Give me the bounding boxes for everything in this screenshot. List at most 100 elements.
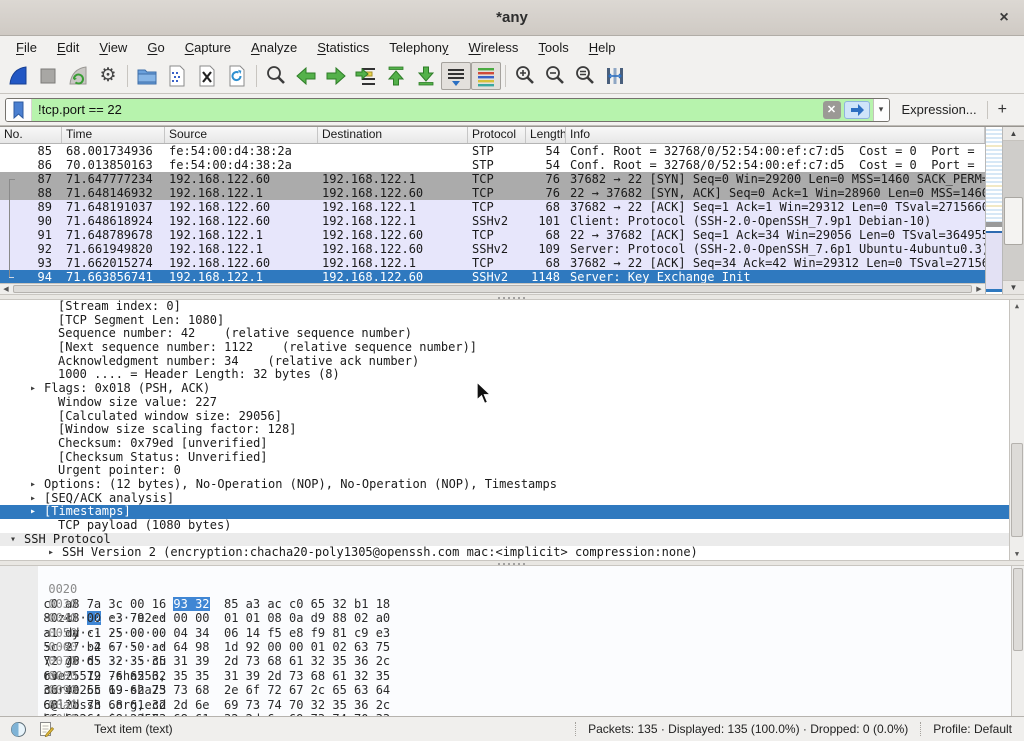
detail-line[interactable]: ▸ [Timestamps] — [0, 505, 1024, 519]
menu-item[interactable]: View — [89, 39, 137, 56]
detail-line[interactable]: [Calculated window size: 29056] — [0, 410, 1024, 424]
menu-item[interactable]: Statistics — [307, 39, 379, 56]
intelligent-scrollbar-minimap[interactable] — [985, 127, 1002, 294]
auto-scroll-button[interactable] — [441, 62, 471, 90]
packet-row[interactable]: 90 71.648618924 192.168.122.60 192.168.1… — [0, 214, 985, 228]
expand-arrow-icon[interactable]: ▸ — [48, 546, 62, 560]
detail-line[interactable]: ▸ Flags: 0x018 (PSH, ACK) — [0, 382, 1024, 396]
hex-bytes[interactable]: 36 40 6c 69 62 73 73 68 2e 6f 72 67 2c 6… — [43, 683, 438, 697]
detail-line[interactable]: [Next sequence number: 1122 (relative se… — [0, 341, 1024, 355]
packet-row[interactable]: 87 71.647777234 192.168.122.60 192.168.1… — [0, 172, 985, 186]
expand-arrow-icon[interactable]: ▸ — [30, 382, 44, 396]
packet-list-vscrollbar[interactable]: ▲ ▼ — [1002, 127, 1024, 294]
column-header-destination[interactable]: Destination — [318, 127, 468, 143]
details-scroll-up-icon[interactable]: ▲ — [1010, 300, 1024, 312]
packet-row[interactable]: 92 71.661949820 192.168.122.1 192.168.12… — [0, 242, 985, 256]
detail-line[interactable]: [Stream index: 0] — [0, 300, 1024, 314]
detail-line[interactable]: ▸ Options: (12 bytes), No-Operation (NOP… — [0, 478, 1024, 492]
detail-line[interactable]: ▾ SSH Protocol — [0, 533, 1024, 547]
capture-comment-icon[interactable] — [39, 721, 54, 737]
hscroll-left-arrow-icon[interactable]: ◀ — [0, 284, 12, 294]
find-packet-button[interactable] — [261, 62, 291, 90]
capture-options-button[interactable]: ⚙ — [93, 62, 123, 90]
expand-arrow-icon[interactable]: ▸ — [30, 492, 44, 506]
hscroll-thumb[interactable] — [13, 285, 972, 293]
menu-item[interactable]: Help — [579, 39, 626, 56]
resize-columns-button[interactable] — [600, 62, 630, 90]
details-vscrollbar[interactable]: ▲ ▼ — [1009, 300, 1024, 560]
hex-vscrollbar[interactable] — [1011, 566, 1024, 716]
menu-item[interactable]: Telephony — [379, 39, 458, 56]
detail-line[interactable]: Acknowledgment number: 34 (relative ack … — [0, 355, 1024, 369]
details-scroll-thumb[interactable] — [1011, 443, 1023, 537]
column-header-info[interactable]: Info — [566, 127, 985, 143]
detail-line[interactable]: ▸ [SEQ/ACK analysis] — [0, 492, 1024, 506]
packet-list-hscrollbar[interactable]: ◀ ▶ — [0, 283, 985, 294]
hscroll-right-arrow-icon[interactable]: ▶ — [973, 284, 985, 294]
packet-row[interactable]: 93 71.662015274 192.168.122.60 192.168.1… — [0, 256, 985, 270]
close-button[interactable]: × — [994, 8, 1014, 28]
filter-history-dropdown[interactable]: ▾ — [873, 99, 889, 121]
hex-row[interactable]: 0030 80 18 00 e3 79 ed 00 00 01 01 08 0a… — [0, 582, 1024, 596]
expand-arrow-icon[interactable]: ▸ — [30, 478, 44, 492]
detail-line[interactable]: TCP payload (1080 bytes) — [0, 519, 1024, 533]
menu-item[interactable]: Tools — [528, 39, 578, 56]
detail-line[interactable]: [Checksum Status: Unverified] — [0, 451, 1024, 465]
packet-row[interactable]: 89 71.648191037 192.168.122.60 192.168.1… — [0, 200, 985, 214]
menu-item[interactable]: Go — [137, 39, 174, 56]
start-capture-button[interactable] — [3, 62, 33, 90]
restart-capture-button[interactable] — [63, 62, 93, 90]
detail-line[interactable]: [TCP Segment Len: 1080] — [0, 314, 1024, 328]
go-forward-button[interactable] — [321, 62, 351, 90]
detail-line[interactable]: 1000 .... = Header Length: 32 bytes (8) — [0, 368, 1024, 382]
column-header-protocol[interactable]: Protocol — [468, 127, 526, 143]
packet-row[interactable]: 88 71.648146932 192.168.122.1 192.168.12… — [0, 186, 985, 200]
menu-item[interactable]: Capture — [175, 39, 241, 56]
menu-item[interactable]: Analyze — [241, 39, 307, 56]
stop-capture-button[interactable] — [33, 62, 63, 90]
hex-bytes[interactable]: c0 a8 7a 3c 00 16 93 32 85 a3 ac c0 65 3… — [43, 597, 438, 611]
hex-row[interactable]: 0020 c0 a8 7a 3c 00 16 93 32 85 a3 ac c0… — [0, 568, 1024, 582]
packet-row[interactable]: 94 71.663856741 192.168.122.1 192.168.12… — [0, 270, 985, 283]
hex-bytes[interactable]: 72 76 65 32 35 35 31 39 2d 73 68 61 32 3… — [43, 654, 438, 668]
packet-row[interactable]: 91 71.648789678 192.168.122.1 192.168.12… — [0, 228, 985, 242]
detail-line[interactable]: Checksum: 0x79ed [unverified] — [0, 437, 1024, 451]
detail-line[interactable]: Sequence number: 42 (relative sequence n… — [0, 327, 1024, 341]
go-first-packet-button[interactable] — [381, 62, 411, 90]
reload-file-button[interactable] — [222, 62, 252, 90]
vscroll-thumb[interactable] — [1004, 197, 1023, 246]
expand-arrow-icon[interactable]: ▸ — [30, 505, 44, 519]
column-header-source[interactable]: Source — [165, 127, 318, 143]
open-file-button[interactable] — [132, 62, 162, 90]
filter-bookmark-button[interactable] — [6, 99, 32, 121]
detail-line[interactable]: [Window size scaling factor: 128] — [0, 423, 1024, 437]
hex-bytes[interactable]: 5c 27 b2 67 50 ad 64 98 1d 92 00 00 01 0… — [43, 640, 438, 654]
save-file-button[interactable] — [162, 62, 192, 90]
packet-row[interactable]: 86 70.013850163 fe:54:00:d4:38:2a STP 54… — [0, 158, 985, 172]
colorize-packets-button[interactable] — [471, 62, 501, 90]
hex-bytes[interactable]: 65 63 64 68 2d 73 68 61 32 2d 6e 69 73 7… — [43, 712, 438, 716]
detail-line[interactable]: Urgent pointer: 0 — [0, 464, 1024, 478]
hex-bytes[interactable]: 63 75 72 76 65 32 35 35 31 39 2d 73 68 6… — [43, 669, 438, 683]
filter-clear-button[interactable]: ✕ — [823, 101, 841, 119]
go-back-button[interactable] — [291, 62, 321, 90]
filter-add-button[interactable]: + — [988, 101, 1019, 119]
details-scroll-down-icon[interactable]: ▼ — [1010, 548, 1024, 560]
hex-bytes[interactable]: 80 18 00 e3 79 ed 00 00 01 01 08 0a d9 8… — [43, 611, 438, 625]
expand-arrow-icon[interactable]: ▾ — [10, 533, 24, 547]
column-header-time[interactable]: Time — [62, 127, 165, 143]
packet-row[interactable]: 85 68.001734936 fe:54:00:d4:38:2a STP 54… — [0, 144, 985, 158]
vscroll-up-arrow-icon[interactable]: ▲ — [1003, 127, 1024, 141]
go-to-packet-button[interactable] — [351, 62, 381, 90]
vscroll-track[interactable] — [1003, 141, 1024, 280]
go-last-packet-button[interactable] — [411, 62, 441, 90]
hex-bytes[interactable]: 68 2d 73 68 61 32 2d 6e 69 73 74 70 32 3… — [43, 698, 438, 712]
expert-info-icon[interactable] — [10, 721, 27, 738]
detail-line[interactable]: Window size value: 227 — [0, 396, 1024, 410]
zoom-reset-button[interactable] — [570, 62, 600, 90]
detail-line[interactable]: ▸ SSH Version 2 (encryption:chacha20-pol… — [0, 546, 1024, 560]
close-file-button[interactable] — [192, 62, 222, 90]
column-header-no[interactable]: No. — [0, 127, 62, 143]
filter-apply-button[interactable] — [844, 101, 870, 119]
column-header-length[interactable]: Length — [526, 127, 566, 143]
